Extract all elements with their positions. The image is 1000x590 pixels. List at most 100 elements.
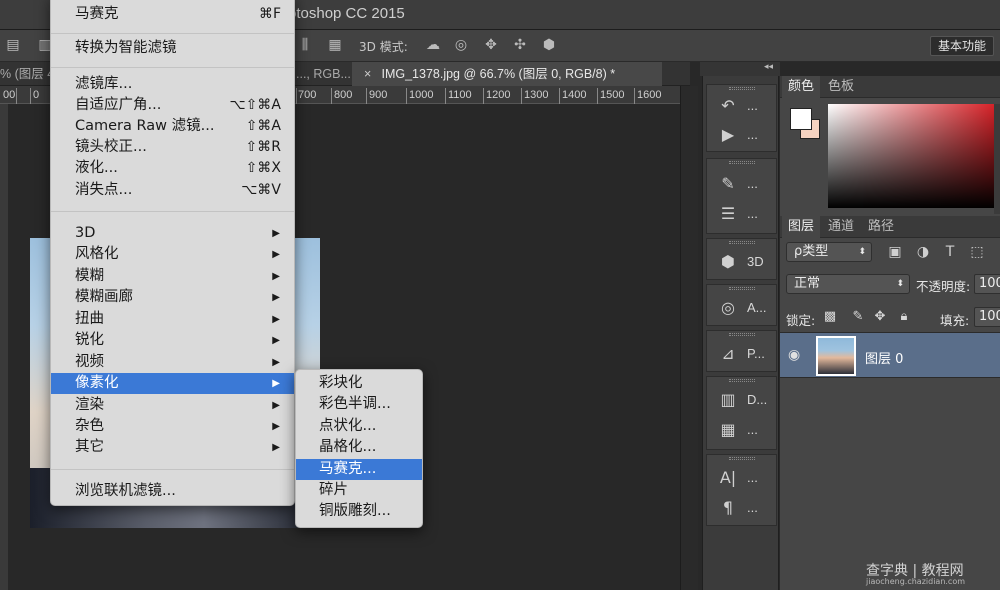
dock-history[interactable]: ↶ ... <box>707 93 778 119</box>
filter-pixel-icon[interactable]: ▣ <box>886 243 904 261</box>
menu-item-lens-correction[interactable]: 镜头校正... ⇧⌘R <box>51 137 294 158</box>
menu-item-adaptive-wide-angle[interactable]: 自适应广角... ⌥⇧⌘A <box>51 95 294 116</box>
submenu-item-mosaic[interactable]: 马赛克... <box>296 459 422 480</box>
slide-3d-icon[interactable]: ✣ <box>511 37 529 53</box>
layer-filter-select[interactable]: ρ类型 ⬍ <box>786 242 872 262</box>
layer-filter-label: ρ类型 <box>794 244 829 259</box>
submenu-arrow-icon: ▶ <box>272 271 280 282</box>
drag-3d-icon[interactable]: ✥ <box>482 37 500 53</box>
dock-character[interactable]: A| ... <box>707 465 778 491</box>
eye-icon[interactable]: ◉ <box>788 347 800 363</box>
menu-item-sharpen[interactable]: 锐化 ▶ <box>51 330 294 351</box>
menu-item-stylize[interactable]: 风格化 ▶ <box>51 244 294 265</box>
paragraph-icon: ¶ <box>722 498 734 517</box>
dock-3d[interactable]: ⬢ 3D <box>707 249 778 275</box>
tab-document-img1378[interactable]: × IMG_1378.jpg @ 66.7% (图层 0, RGB/8) * <box>352 62 662 86</box>
character-icon: A| <box>719 468 737 487</box>
grip-icon[interactable] <box>729 457 755 460</box>
dock-device-preview[interactable]: ▥ D... <box>707 387 778 413</box>
double-chevron-icon[interactable]: ◂◂ <box>764 62 773 72</box>
menu-item-convert-smart-filter[interactable]: 转换为智能滤镜 <box>51 38 294 59</box>
scale-3d-icon[interactable]: ⬢ <box>540 37 558 53</box>
submenu-item-fragment[interactable]: 碎片 <box>296 480 422 501</box>
menu-item-label: 杂色 <box>75 418 104 434</box>
align-left-icon[interactable]: ▤ <box>4 37 22 53</box>
menu-item-liquify[interactable]: 液化... ⇧⌘X <box>51 158 294 179</box>
submenu-item-facet[interactable]: 彩块化 <box>296 373 422 394</box>
dock-actions[interactable]: ▶ ... <box>707 122 778 148</box>
panel-collapse-bar[interactable]: ◂◂ <box>700 62 780 76</box>
grip-icon[interactable] <box>729 241 755 244</box>
menu-item-blur-gallery[interactable]: 模糊画廊 ▶ <box>51 287 294 308</box>
opacity-input[interactable]: 100 <box>974 274 1000 294</box>
submenu-item-mezzotint[interactable]: 铜版雕刻... <box>296 501 422 522</box>
submenu-item-pointillize[interactable]: 点状化... <box>296 416 422 437</box>
tab-document-a-rest[interactable]: ..., RGB... <box>296 62 351 86</box>
menu-item-3d[interactable]: 3D ▶ <box>51 223 294 244</box>
submenu-arrow-icon: ▶ <box>272 421 280 432</box>
dock-brush-presets[interactable]: ✎ ... <box>707 171 778 197</box>
close-icon[interactable]: × <box>364 62 378 86</box>
dock-properties[interactable]: ⊿ P... <box>707 341 778 367</box>
dock-brush-settings[interactable]: ☰ ... <box>707 201 778 227</box>
foreground-color-swatch[interactable] <box>790 108 812 130</box>
menu-item-vanishing-point[interactable]: 消失点... ⌥⌘V <box>51 180 294 201</box>
blend-mode-select[interactable]: 正常 ⬍ <box>786 274 910 294</box>
menu-item-blur[interactable]: 模糊 ▶ <box>51 266 294 287</box>
grip-icon[interactable] <box>729 333 755 336</box>
menu-item-filter-gallery[interactable]: 滤镜库... <box>51 74 294 95</box>
menu-item-camera-raw[interactable]: Camera Raw 滤镜... ⇧⌘A <box>51 116 294 137</box>
3d-cube-icon: ⬢ <box>721 252 735 271</box>
dock-label: ... <box>747 98 758 113</box>
distribute-icon[interactable]: ⫼ <box>296 37 314 53</box>
grip-icon[interactable] <box>729 161 755 164</box>
grip-icon[interactable] <box>729 379 755 382</box>
ruler-tick <box>30 88 31 104</box>
lock-paint-icon[interactable]: ✎ <box>850 309 866 325</box>
dock-adjustments[interactable]: ◎ A... <box>707 295 778 321</box>
submenu-item-crystallize[interactable]: 晶格化... <box>296 437 422 458</box>
color-picker-field[interactable] <box>828 104 996 208</box>
menu-item-render[interactable]: 渲染 ▶ <box>51 395 294 416</box>
tab-swatches[interactable]: 色板 <box>822 76 860 98</box>
tab-paths[interactable]: 路径 <box>862 216 900 238</box>
submenu-item-color-halftone[interactable]: 彩色半调... <box>296 394 422 415</box>
dock-paragraph[interactable]: ¶ ... <box>707 495 778 521</box>
filter-adjustment-icon[interactable]: ◑ <box>914 243 932 261</box>
workspace-button[interactable]: 基本功能 <box>930 36 994 56</box>
tab-color[interactable]: 颜色 <box>782 76 821 98</box>
tab-layers[interactable]: 图层 <box>782 216 821 238</box>
menu-item-label: 视频 <box>75 354 104 370</box>
rotate-3d-icon[interactable]: ☁ <box>424 37 442 53</box>
grip-icon[interactable] <box>729 87 755 90</box>
color-panel-scrollbar[interactable] <box>994 104 1000 214</box>
ruler-label: 1100 <box>448 89 472 101</box>
menu-item-browse-online-filters[interactable]: 浏览联机滤镜... <box>51 481 294 502</box>
dock-layer-comps[interactable]: ▦ ... <box>707 417 778 443</box>
filter-shape-icon[interactable]: ⬚ <box>968 243 986 261</box>
lock-transparent-icon[interactable]: ▩ <box>822 309 838 325</box>
menu-shortcut: ⇧⌘X <box>245 160 281 176</box>
menu-item-video[interactable]: 视频 ▶ <box>51 352 294 373</box>
menu-item-other[interactable]: 其它 ▶ <box>51 437 294 458</box>
menu-item-pixelate[interactable]: 像素化 ▶ <box>51 373 294 394</box>
watermark-subtext: jiaocheng.chazidian.com <box>866 577 966 586</box>
lock-move-icon[interactable]: ✥ <box>872 309 888 325</box>
grip-icon[interactable] <box>729 287 755 290</box>
tab-document-a[interactable]: % (图层 4 <box>0 62 54 86</box>
canvas-scrollbar[interactable] <box>680 86 698 590</box>
fill-input[interactable]: 100 <box>974 307 1000 327</box>
layer-row[interactable]: ◉ 图层 0 <box>780 332 1000 378</box>
dock-group: ▥ D... ▦ ... <box>706 376 777 450</box>
roll-3d-icon[interactable]: ◎ <box>452 37 470 53</box>
dock-label: ... <box>747 176 758 191</box>
auto-align-icon[interactable]: ▦ <box>326 37 344 53</box>
menu-item-last-filter[interactable]: 马赛克 ⌘F <box>51 4 294 25</box>
lock-all-icon[interactable]: 🔒︎ <box>896 309 912 325</box>
menu-item-noise[interactable]: 杂色 ▶ <box>51 416 294 437</box>
menu-item-label: 3D <box>75 225 96 241</box>
ruler-label: 1400 <box>562 89 587 101</box>
tab-channels[interactable]: 通道 <box>822 216 860 238</box>
filter-type-icon[interactable]: T <box>941 243 959 261</box>
menu-item-distort[interactable]: 扭曲 ▶ <box>51 309 294 330</box>
